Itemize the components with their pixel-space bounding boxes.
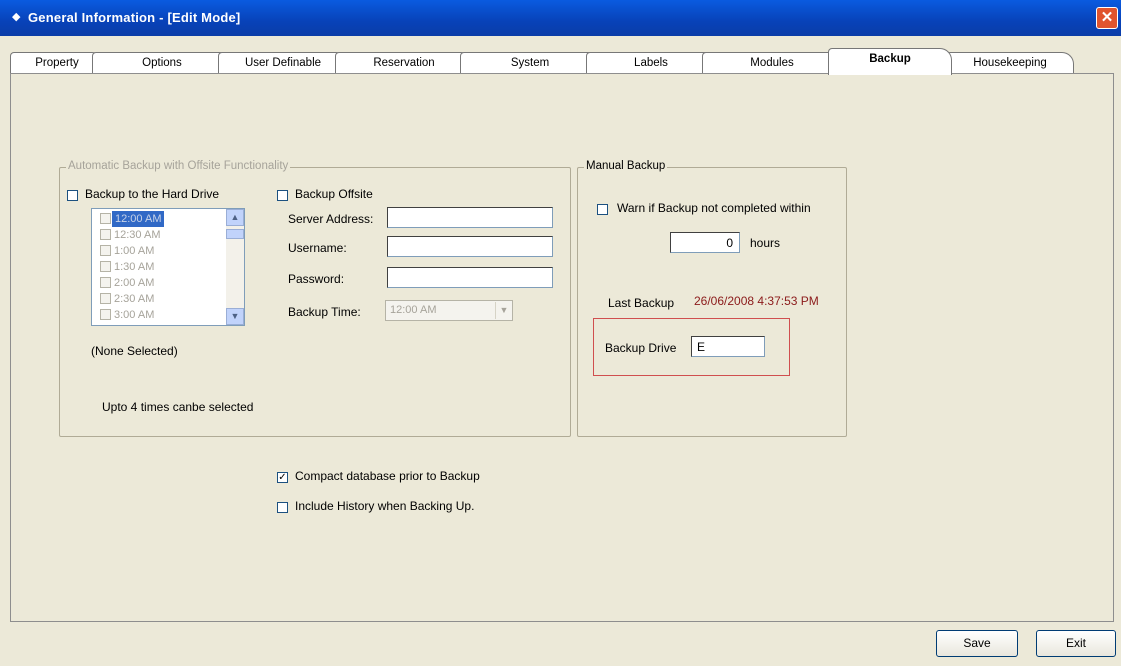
tab-reservation[interactable]: Reservation [335,52,473,74]
list-item[interactable]: 2:30 AM [92,291,224,307]
backup-time-value: 12:00 AM [390,304,437,316]
time-checkbox[interactable] [100,213,111,224]
scroll-thumb[interactable] [226,229,244,239]
exit-button[interactable]: Exit [1036,630,1116,657]
tab-property[interactable]: Property [10,52,104,74]
password-label: Password: [288,272,345,286]
time-checkbox[interactable] [100,245,111,256]
upto-note-text: Upto 4 times canbe selected [102,400,254,414]
checkmark-icon: ✓ [278,472,287,483]
tab-user-definable[interactable]: User Definable [218,52,348,74]
scroll-up-icon[interactable]: ▲ [226,209,244,226]
save-button[interactable]: Save [936,630,1018,657]
backup-drive-value: E [697,340,706,354]
list-item[interactable]: 1:00 AM [92,243,224,259]
hours-value: 0 [726,236,733,250]
compact-database-checkbox[interactable]: ✓ [277,472,288,483]
backup-drive-input[interactable]: E [691,336,765,357]
password-input[interactable] [387,267,553,288]
time-checkbox[interactable] [100,293,111,304]
warn-backup-label: Warn if Backup not completed within [617,201,811,215]
list-item[interactable]: 12:30 AM [92,227,224,243]
list-item[interactable]: 1:30 AM [92,259,224,275]
list-item[interactable]: 12:00 AM [92,211,224,227]
list-item[interactable]: 2:00 AM [92,275,224,291]
backup-drive-label: Backup Drive [605,341,677,355]
scroll-down-icon[interactable]: ▼ [226,308,244,325]
time-checkbox[interactable] [100,277,111,288]
tab-options[interactable]: Options [92,52,232,74]
backup-hard-drive-checkbox[interactable] [67,190,78,201]
include-history-checkbox[interactable] [277,502,288,513]
time-checkbox[interactable] [100,261,111,272]
time-checkbox[interactable] [100,229,111,240]
backup-time-select[interactable]: 12:00 AM ▼ [385,300,513,321]
automatic-backup-legend: Automatic Backup with Offsite Functional… [66,160,291,172]
username-label: Username: [288,241,347,255]
hours-label: hours [750,236,781,250]
close-button[interactable]: ✕ [1096,7,1118,29]
backup-hard-drive-label: Backup to the Hard Drive [85,187,220,201]
backup-panel: Automatic Backup with Offsite Functional… [10,73,1114,622]
tab-system[interactable]: System [460,52,600,74]
app-icon: ◆ [12,11,21,23]
backup-time-label: Backup Time: [288,305,361,319]
tab-strip: Property Options User Definable Reservat… [10,48,1120,75]
time-checkbox[interactable] [100,309,111,320]
tab-backup[interactable]: Backup [828,48,952,75]
warn-backup-checkbox[interactable] [597,204,608,215]
tab-modules[interactable]: Modules [702,52,842,74]
backup-offsite-checkbox[interactable] [277,190,288,201]
tab-housekeeping[interactable]: Housekeeping [946,52,1074,74]
backup-times-list[interactable]: 12:00 AM 12:30 AM 1:00 AM 1:30 AM 2:00 A… [91,208,245,326]
last-backup-value: 26/06/2008 4:37:53 PM [694,294,819,308]
chevron-down-icon[interactable]: ▼ [495,302,512,319]
title-bar: ◆ General Information - [Edit Mode] ✕ [0,0,1121,36]
compact-database-label: Compact database prior to Backup [295,469,480,483]
backup-offsite-label: Backup Offsite [295,187,373,201]
manual-backup-legend: Manual Backup [584,160,668,172]
list-item[interactable]: 3:00 AM [92,307,224,323]
hours-input[interactable]: 0 [670,232,740,253]
tab-labels[interactable]: Labels [586,52,716,74]
window-title: General Information - [Edit Mode] [28,10,241,25]
include-history-label: Include History when Backing Up. [295,499,475,513]
username-input[interactable] [387,236,553,257]
server-address-input[interactable] [387,207,553,228]
last-backup-label: Last Backup [608,296,675,310]
none-selected-text: (None Selected) [91,344,178,358]
server-address-label: Server Address: [288,212,374,226]
list-scrollbar[interactable]: ▲ ▼ [226,209,244,325]
